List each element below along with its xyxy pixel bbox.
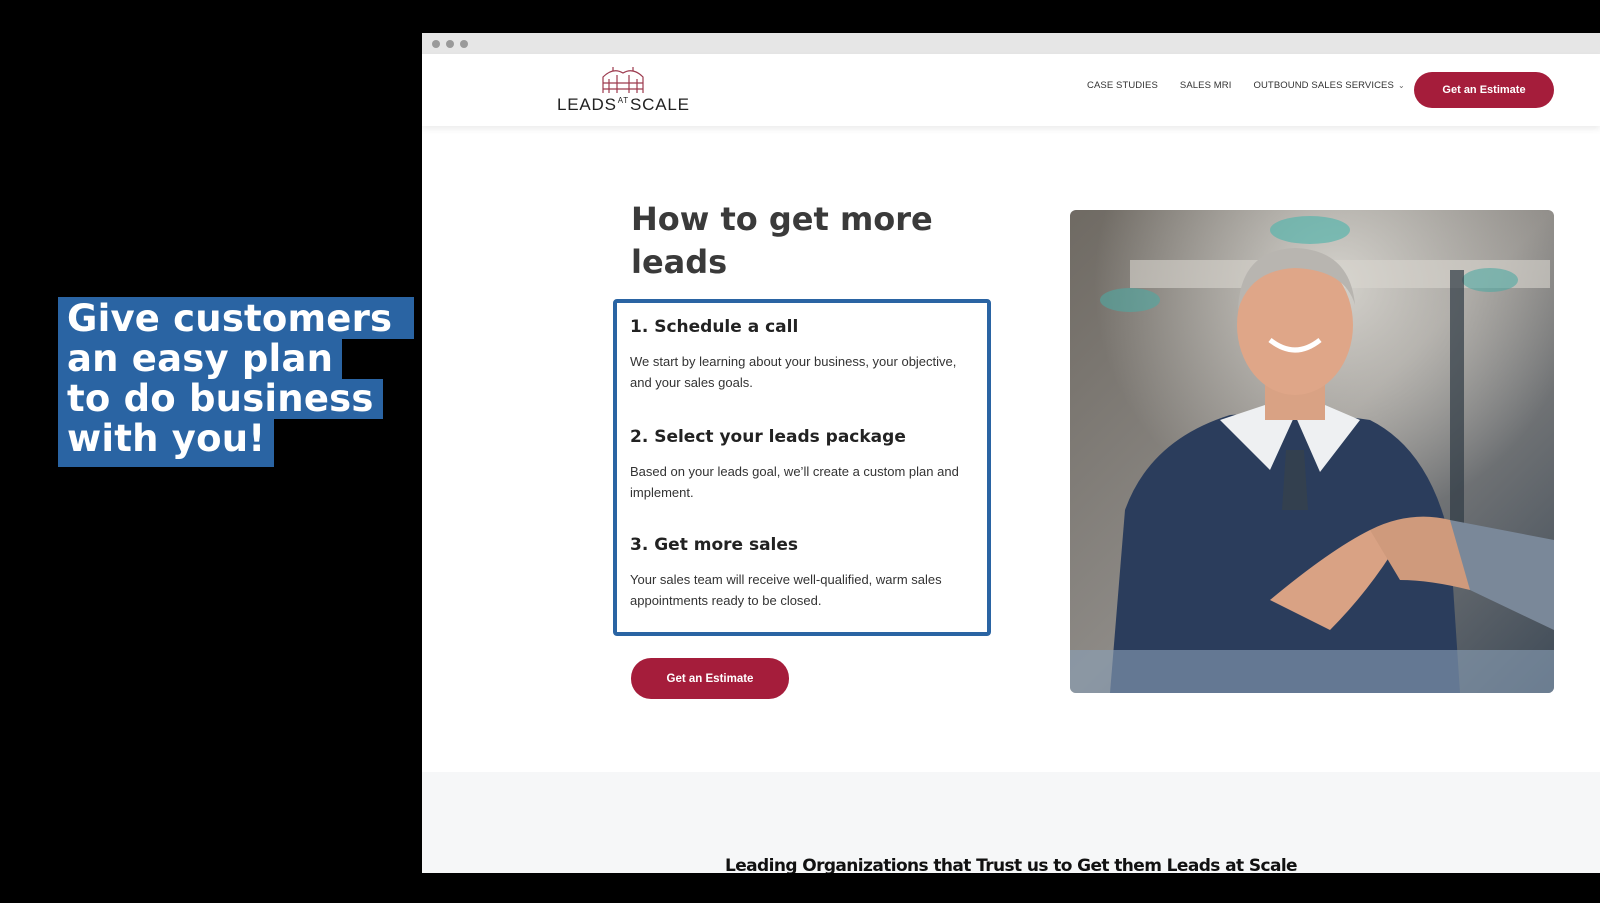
logo-word-at: AT xyxy=(617,96,629,105)
header-get-estimate-button[interactable]: Get an Estimate xyxy=(1414,72,1554,108)
step-title: 2. Select your leads package xyxy=(630,427,906,447)
promo-caption: Give customers an easy plan to do busine… xyxy=(58,297,415,467)
window-dot-icon xyxy=(460,39,468,48)
site-logo[interactable]: LEADSATSCALE xyxy=(557,65,697,117)
promo-line: to do business xyxy=(58,379,383,419)
nav-sales-mri[interactable]: SALES MRI xyxy=(1180,80,1232,91)
step-item: 1. Schedule a call We start by learning … xyxy=(630,317,970,393)
nav-outbound-label: OUTBOUND SALES SERVICES xyxy=(1253,80,1394,91)
step-title: 1. Schedule a call xyxy=(630,317,799,337)
step-text: We start by learning about your business… xyxy=(630,354,957,390)
browser-titlebar xyxy=(422,33,1600,54)
browser-window: LEADSATSCALE CASE STUDIES SALES MRI OUTB… xyxy=(422,33,1600,873)
step-item: 2. Select your leads package Based on yo… xyxy=(630,427,970,503)
nav-outbound-sales-services[interactable]: OUTBOUND SALES SERVICES ⌄ xyxy=(1253,80,1404,91)
window-dot-icon xyxy=(432,39,440,48)
bridge-logo-icon xyxy=(602,67,644,93)
hero-title: How to get more leads xyxy=(631,200,933,281)
step-item: 3. Get more sales Your sales team will r… xyxy=(630,535,970,611)
logo-word-leads: LEADS xyxy=(557,95,617,114)
logo-word-scale: SCALE xyxy=(629,95,690,114)
hero-photo-handshake xyxy=(1070,210,1554,693)
step-title: 3. Get more sales xyxy=(630,535,799,555)
promo-line: an easy plan xyxy=(58,339,343,379)
step-text: Based on your leads goal, we’ll create a… xyxy=(630,464,959,500)
steps-box: 1. Schedule a call We start by learning … xyxy=(613,299,991,636)
window-dot-icon xyxy=(446,39,454,48)
logo-wordmark: LEADSATSCALE xyxy=(557,95,697,115)
promo-line: with you! xyxy=(58,419,275,467)
promo-line: Give customers xyxy=(58,297,415,339)
trust-section-title: Leading Organizations that Trust us to G… xyxy=(725,856,1298,873)
handshake-photo-image xyxy=(1070,210,1554,693)
step-text: Your sales team will receive well-qualif… xyxy=(630,572,942,608)
chevron-down-icon: ⌄ xyxy=(1397,81,1405,90)
site-header: LEADSATSCALE CASE STUDIES SALES MRI OUTB… xyxy=(422,54,1600,126)
hero-get-estimate-button[interactable]: Get an Estimate xyxy=(631,658,789,699)
nav-case-studies[interactable]: CASE STUDIES xyxy=(1087,80,1158,91)
main-nav: CASE STUDIES SALES MRI OUTBOUND SALES SE… xyxy=(1087,80,1405,91)
trust-section: Leading Organizations that Trust us to G… xyxy=(422,772,1600,873)
